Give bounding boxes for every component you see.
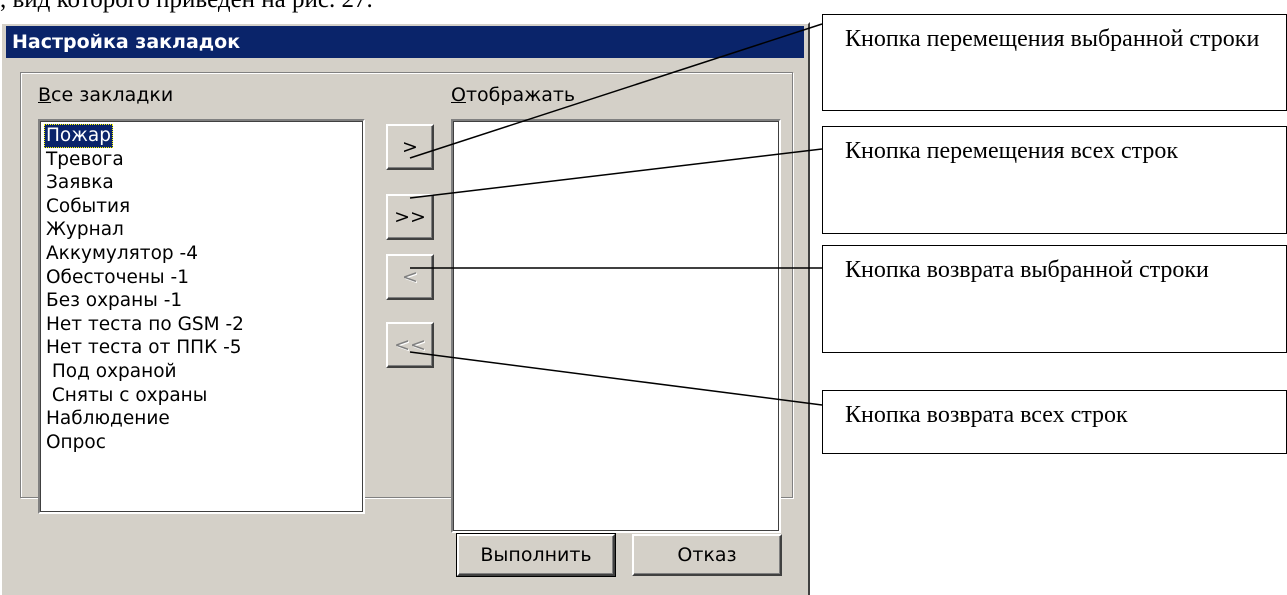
list-item[interactable]: Сняты с охраны <box>44 384 359 408</box>
cancel-button[interactable]: Отказ <box>632 534 782 576</box>
list-item[interactable]: Опрос <box>44 431 359 455</box>
callout-return-selected: Кнопка возврата выбранной строки <box>822 245 1287 353</box>
all-bookmarks-label: Все закладки <box>38 84 174 106</box>
callout-move-selected: Кнопка перемещения выбранной строки <box>822 14 1287 111</box>
return-selected-button[interactable]: < <box>386 254 434 300</box>
list-item[interactable]: Нет теста по GSM -2 <box>44 313 359 337</box>
document-text-fragment: , вид которого приведен на рис. 27. <box>0 0 373 14</box>
move-all-button[interactable]: >> <box>386 194 434 240</box>
list-item[interactable]: Аккумулятор -4 <box>44 242 359 266</box>
list-item[interactable]: События <box>44 195 359 219</box>
list-item[interactable]: Тревога <box>44 148 359 172</box>
list-item[interactable]: Без охраны -1 <box>44 289 359 313</box>
bookmark-settings-dialog: Настройка закладок Все закладки Отобража… <box>0 22 810 595</box>
list-item[interactable]: Заявка <box>44 171 359 195</box>
all-bookmarks-list[interactable]: Пожар Тревога Заявка События Журнал Акку… <box>38 119 365 514</box>
list-item[interactable]: Нет теста от ППК -5 <box>44 336 359 360</box>
return-all-button[interactable]: << <box>386 322 434 368</box>
displayed-bookmarks-list[interactable] <box>451 119 781 533</box>
list-item[interactable]: Журнал <box>44 218 359 242</box>
list-item[interactable]: Под охраной <box>44 360 359 384</box>
dialog-title: Настройка закладок <box>6 26 804 58</box>
callout-move-all: Кнопка перемещения всех строк <box>822 126 1287 234</box>
list-item[interactable]: Обесточены -1 <box>44 266 359 290</box>
display-label: Отображать <box>451 84 576 106</box>
list-item[interactable]: Наблюдение <box>44 407 359 431</box>
execute-button[interactable]: Выполнить <box>456 533 616 577</box>
move-selected-button[interactable]: > <box>386 124 434 170</box>
callout-return-all: Кнопка возврата всех строк <box>822 390 1287 454</box>
list-item-selected[interactable]: Пожар <box>44 124 113 148</box>
